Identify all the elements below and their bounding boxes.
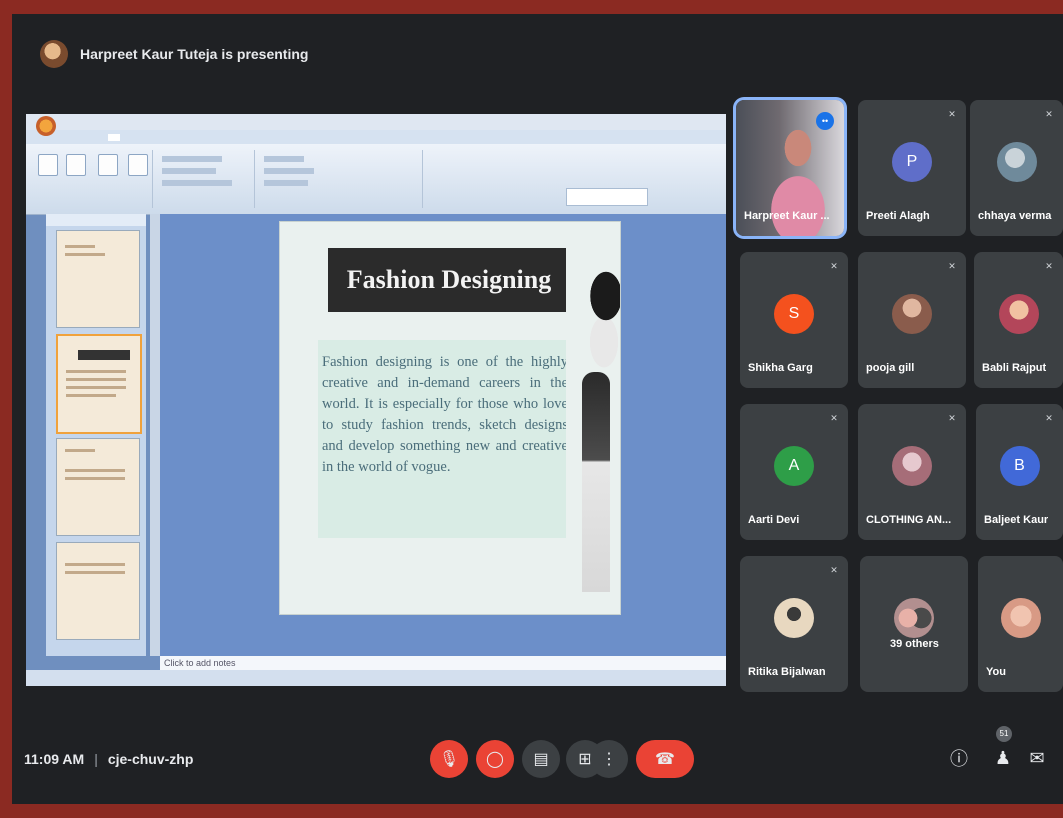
participant-tile[interactable]: ✕ P Preeti Alagh	[858, 100, 966, 236]
slide-thumbnail-pane[interactable]	[46, 214, 146, 656]
people-button[interactable]: ♟	[990, 745, 1016, 771]
participant-tile[interactable]: ✕ Ritika Bijalwan	[740, 556, 848, 692]
avatar	[996, 142, 1037, 182]
ribbon-group	[32, 150, 153, 208]
people-icon: ♟	[994, 747, 1012, 768]
participant-name: Ritika Bijalwan	[748, 666, 826, 678]
camera-off-icon: ◯	[486, 751, 504, 768]
participant-tile[interactable]: •• Harpreet Kaur ...	[736, 100, 844, 236]
slide-thumbnail[interactable]	[56, 438, 140, 536]
mic-off-icon: ✕	[830, 565, 838, 575]
presenter-label: Harpreet Kaur Tuteja is presenting	[80, 46, 309, 62]
participant-tile[interactable]: ✕ chhaya verma	[970, 100, 1063, 236]
chat-icon: ✉	[1029, 747, 1045, 768]
info-icon: ⓘ	[950, 749, 968, 769]
shared-screen: ​​​​	[26, 114, 726, 686]
captions-button[interactable]: ▤	[522, 740, 560, 778]
chat-button[interactable]: ✉	[1024, 745, 1050, 771]
participant-tile[interactable]: You	[978, 556, 1063, 692]
fashion-sketch-body	[582, 372, 610, 592]
ppt-titlebar	[26, 114, 726, 136]
participant-tile[interactable]: ✕ A Aarti Devi	[740, 404, 848, 540]
ppt-ribbon	[26, 144, 726, 215]
mic-off-icon: ✕	[948, 109, 956, 119]
participant-tile[interactable]: ✕ Babli Rajput	[974, 252, 1063, 388]
participant-name: Preeti Alagh	[866, 210, 930, 222]
participant-name: chhaya verma	[978, 210, 1052, 222]
participant-name: Baljeet Kaur	[984, 514, 1049, 526]
presenter-avatar	[40, 40, 68, 68]
slide-edit-area[interactable]: Fashion Designing Fashion designing is o…	[160, 214, 726, 656]
notes-pane[interactable]: Click to add notes	[160, 656, 726, 670]
hang-up-icon: ☎	[655, 751, 675, 768]
more-options-button[interactable]: ⋮	[590, 740, 628, 778]
speaking-indicator-icon: ••	[816, 112, 834, 130]
avatar	[998, 294, 1039, 334]
separator: |	[94, 751, 98, 767]
meet-window: Harpreet Kaur Tuteja is presenting ​​​​	[12, 14, 1063, 804]
thumbnail-scrollbar[interactable]	[150, 214, 160, 656]
ribbon-group	[156, 150, 255, 208]
participant-tile[interactable]: 39 others	[860, 556, 968, 692]
meeting-time: 11:09 AM	[24, 751, 85, 767]
participant-tile[interactable]: ✕ CLOTHING AN...	[858, 404, 966, 540]
mic-toggle-button[interactable]: 🎙	[430, 740, 468, 778]
avatar: P	[892, 142, 932, 182]
participant-name: pooja gill	[866, 362, 915, 374]
current-slide[interactable]: Fashion Designing Fashion designing is o…	[280, 222, 620, 614]
hang-up-button[interactable]: ☎	[636, 740, 694, 778]
slide-thumbnail[interactable]	[56, 230, 140, 328]
avatar	[894, 598, 934, 638]
office-button-icon	[36, 116, 56, 136]
more-options-icon: ⋮	[601, 751, 617, 768]
info-button[interactable]: ⓘ	[946, 745, 972, 771]
participant-name: Harpreet Kaur ...	[744, 210, 830, 222]
others-count: 39 others	[890, 638, 939, 650]
avatar	[774, 598, 814, 638]
avatar	[892, 294, 932, 334]
fashion-sketch-image	[566, 222, 620, 602]
participant-tile[interactable]: ✕ B Baljeet Kaur	[976, 404, 1063, 540]
camera-toggle-button[interactable]: ◯	[476, 740, 514, 778]
participant-name: Shikha Garg	[748, 362, 813, 374]
mic-off-icon: ✕	[948, 413, 956, 423]
participant-count-badge: 51	[996, 726, 1012, 742]
thumbnail-tabs[interactable]	[46, 214, 146, 226]
avatar	[892, 446, 932, 486]
slide-body-text: Fashion designing is one of the highly c…	[322, 354, 568, 475]
presenter-banner: Harpreet Kaur Tuteja is presenting	[40, 40, 308, 68]
participant-name: Babli Rajput	[982, 362, 1047, 374]
avatar: B	[999, 446, 1040, 486]
ppt-workspace: Fashion Designing Fashion designing is o…	[26, 214, 726, 686]
mic-off-icon: ✕	[1045, 413, 1053, 423]
meeting-code[interactable]: cje-chuv-zhp	[108, 751, 194, 767]
ppt-statusbar	[26, 670, 726, 686]
participant-name: You	[986, 666, 1006, 678]
mic-off-icon: ✕	[1045, 109, 1053, 119]
ppt-ribbon-tabs: ​​​​	[26, 130, 726, 144]
mic-off-icon: 🎙	[438, 751, 460, 768]
avatar: S	[774, 294, 814, 334]
avatar: A	[774, 446, 814, 486]
mic-off-icon: ✕	[1045, 261, 1053, 271]
meeting-info: 11:09 AM | cje-chuv-zhp	[24, 751, 193, 767]
ribbon-group	[258, 150, 648, 208]
participant-tile[interactable]: ✕ S Shikha Garg	[740, 252, 848, 388]
participant-tile[interactable]: ✕ pooja gill	[858, 252, 966, 388]
avatar	[1000, 598, 1041, 638]
slide-thumbnail-selected[interactable]	[56, 334, 142, 434]
mic-off-icon: ✕	[830, 413, 838, 423]
participant-name: Aarti Devi	[748, 514, 800, 526]
mic-off-icon: ✕	[830, 261, 838, 271]
participant-name: CLOTHING AN...	[866, 514, 952, 526]
slide-title: Fashion Designing	[328, 248, 570, 312]
captions-icon: ▤	[533, 751, 549, 768]
mic-off-icon: ✕	[948, 261, 956, 271]
slide-thumbnail[interactable]	[56, 542, 140, 640]
